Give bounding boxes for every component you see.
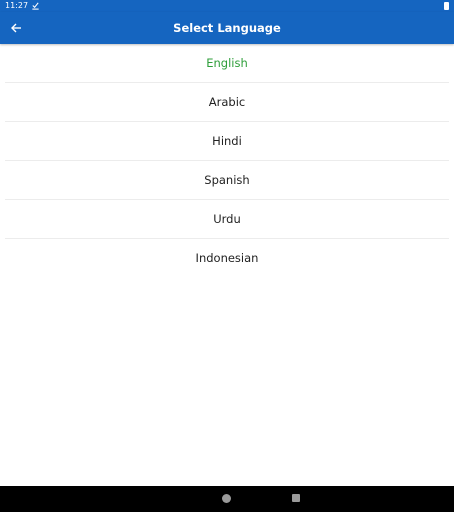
language-item-english[interactable]: English — [5, 44, 449, 83]
language-list: English Arabic Hindi Spanish Urdu Indone… — [0, 44, 454, 277]
page-title: Select Language — [173, 21, 281, 35]
language-label: Indonesian — [195, 251, 259, 265]
language-label: Arabic — [208, 95, 246, 109]
language-item-spanish[interactable]: Spanish — [5, 161, 449, 200]
language-label: Spanish — [204, 173, 250, 187]
system-nav-bar — [0, 486, 454, 512]
status-time: 11:27 — [5, 1, 29, 10]
language-item-arabic[interactable]: Arabic — [5, 83, 449, 122]
download-done-icon — [32, 2, 39, 10]
arrow-left-icon — [11, 23, 21, 33]
language-item-hindi[interactable]: Hindi — [5, 122, 449, 161]
language-item-indonesian[interactable]: Indonesian — [5, 239, 449, 277]
back-button[interactable] — [6, 16, 26, 40]
screen: 11:27 Select Language English Arabic Hin… — [0, 0, 454, 512]
recents-square-icon[interactable] — [292, 494, 300, 502]
app-bar: Select Language — [0, 12, 454, 44]
home-circle-icon[interactable] — [222, 494, 231, 503]
battery-icon — [444, 2, 449, 10]
language-label: Urdu — [213, 212, 241, 226]
status-bar: 11:27 — [0, 0, 454, 12]
language-label: Hindi — [212, 134, 242, 148]
language-item-urdu[interactable]: Urdu — [5, 200, 449, 239]
language-label: English — [206, 56, 248, 70]
